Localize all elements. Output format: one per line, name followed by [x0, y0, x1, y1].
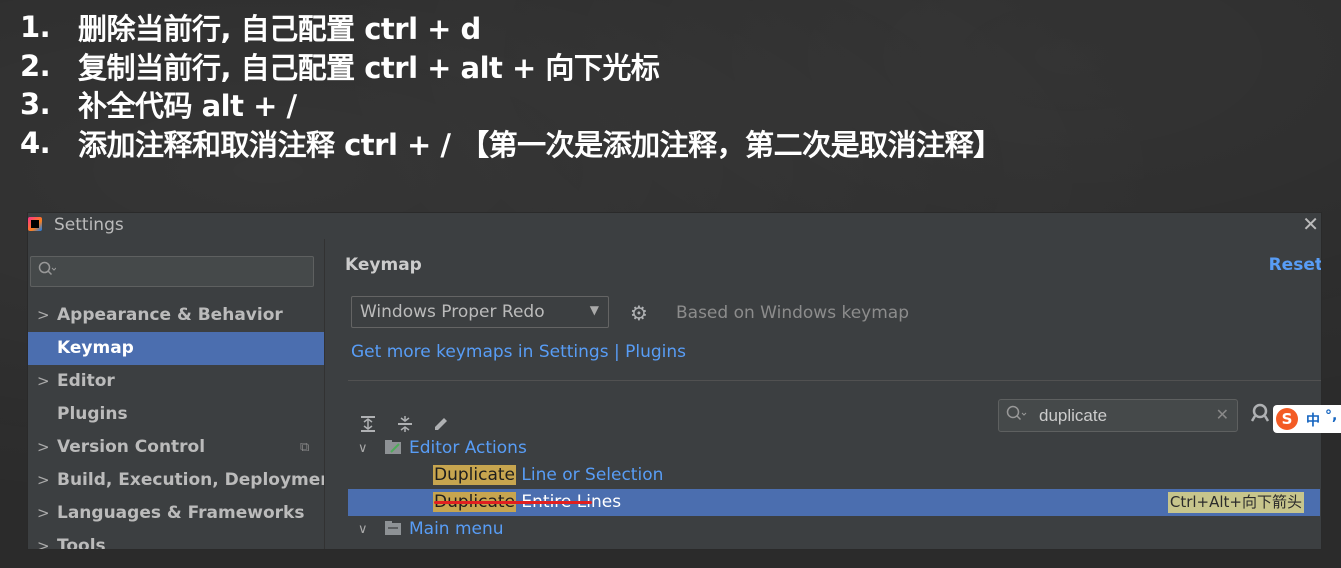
keymap-select-value: Windows Proper Redo [360, 302, 545, 322]
dropdown-arrow-icon: ▼ [589, 303, 599, 317]
sidebar-item-version-control[interactable]: > Version Control ⧉ [28, 431, 324, 464]
window-title: Settings [54, 215, 124, 235]
folder-icon [385, 440, 401, 454]
sidebar-item-tools[interactable]: > Tools [28, 530, 324, 550]
divider [348, 380, 1321, 381]
sidebar-item-label: Tools [57, 536, 106, 550]
sidebar-item-editor[interactable]: > Editor [28, 365, 324, 398]
intellij-app-icon [28, 217, 42, 231]
note-text: 复制当前行, 自己配置 ctrl + alt + 向下光标 [78, 50, 660, 85]
settings-nav: > Appearance & Behavior Keymap > Editor Pl… [28, 299, 341, 550]
sidebar-item-keymap[interactable]: Keymap [28, 332, 324, 365]
tree-item-label: Duplicate Line or Selection [433, 462, 663, 489]
tree-group-label: Editor Actions [409, 438, 527, 458]
tree-group-label: Main menu [409, 519, 504, 539]
sidebar-item-label: Version Control [57, 437, 206, 457]
chevron-right-icon: > [37, 438, 50, 456]
chevron-right-icon: > [37, 306, 50, 324]
tree-item-text: Line or Selection [516, 465, 664, 485]
tree-group-main-menu[interactable]: ∨ Main menu [348, 516, 1320, 543]
keymap-panel: Keymap Reset Windows Proper Redo ▼ ⚙ Bas… [324, 239, 1321, 549]
clear-icon[interactable]: ✕ [1216, 405, 1229, 424]
chevron-right-icon: > [37, 372, 50, 390]
page-title: Keymap [345, 255, 422, 275]
keymap-filter-field[interactable]: ✕ [998, 399, 1238, 432]
reset-link[interactable]: Reset [1269, 255, 1321, 275]
sidebar-item-plugins[interactable]: Plugins [28, 398, 324, 431]
chevron-right-icon: > [37, 471, 50, 489]
note-4: 4. 添加注释和取消注释 ctrl + / 【第一次是添加注释，第二次是取消注释】 [20, 124, 1002, 163]
red-annotation-underline [434, 501, 592, 504]
keymap-select[interactable]: Windows Proper Redo ▼ [351, 296, 609, 328]
sidebar-item-label: Build, Execution, Deployment [57, 470, 341, 490]
tree-item-duplicate-line-or-selection[interactable]: Duplicate Line or Selection [348, 462, 1320, 489]
note-number: 2. [20, 48, 51, 83]
tree-group-editor-actions[interactable]: ∨ Editor Actions [348, 435, 1320, 462]
sidebar-item-label: Plugins [57, 404, 128, 424]
shortcut-badge: Ctrl+Alt+向下箭头 [1167, 492, 1304, 513]
sidebar-item-appearance-behavior[interactable]: > Appearance & Behavior [28, 299, 324, 332]
note-2: 2. 复制当前行, 自己配置 ctrl + alt + 向下光标 [20, 47, 1002, 86]
note-text: 补全代码 alt + / [78, 89, 297, 124]
search-icon [1006, 405, 1028, 427]
based-on-label: Based on Windows keymap [676, 303, 909, 323]
sidebar-item-languages-frameworks[interactable]: > Languages & Frameworks [28, 497, 324, 530]
instruction-notes: 1. 删除当前行, 自己配置 ctrl + d 2. 复制当前行, 自己配置 ctr… [20, 8, 1002, 162]
chevron-right-icon: > [37, 537, 50, 550]
note-number: 3. [20, 87, 51, 122]
gear-icon[interactable]: ⚙ [630, 301, 648, 325]
find-shortcut-icon[interactable] [1250, 403, 1271, 428]
sidebar-item-label: Editor [57, 371, 115, 391]
close-icon[interactable]: ✕ [1302, 213, 1319, 236]
sogou-logo-icon: S [1276, 408, 1298, 430]
keymap-filter-input[interactable] [1039, 405, 1209, 427]
sidebar-item-build-execution-deployment[interactable]: > Build, Execution, Deployment [28, 464, 341, 497]
settings-search-input[interactable] [61, 261, 301, 281]
title-bar: Settings ✕ [28, 213, 1321, 239]
sidebar-item-label: Languages & Frameworks [57, 503, 305, 523]
note-text: 添加注释和取消注释 ctrl + / 【第一次是添加注释，第二次是取消注释】 [78, 127, 1002, 162]
ime-toolbar[interactable]: S 中 °, [1273, 405, 1341, 433]
project-settings-icon: ⧉ [300, 440, 310, 455]
sidebar-item-label: Appearance & Behavior [57, 305, 283, 325]
chevron-right-icon: > [37, 504, 50, 522]
keymap-actions-tree: ∨ Editor Actions Duplicate Line or Selec… [348, 435, 1320, 549]
sidebar-item-label: Keymap [57, 338, 134, 358]
chevron-down-icon: ∨ [358, 441, 368, 456]
chevron-down-icon: ∨ [358, 522, 368, 537]
note-1: 1. 删除当前行, 自己配置 ctrl + d [20, 8, 1002, 47]
search-icon [38, 261, 57, 281]
ime-punctuation-indicator[interactable]: °, [1325, 408, 1337, 424]
note-3: 3. 补全代码 alt + / [20, 85, 1002, 124]
search-match-highlight: Duplicate [433, 465, 516, 485]
settings-dialog: Settings ✕ > Appearance & Behavior Keymap… [27, 212, 1322, 550]
get-more-keymaps-link[interactable]: Get more keymaps in Settings | Plugins [351, 342, 686, 362]
folder-icon [385, 521, 401, 535]
ime-language-indicator[interactable]: 中 [1306, 410, 1320, 430]
note-text: 删除当前行, 自己配置 ctrl + d [78, 12, 481, 47]
note-number: 4. [20, 125, 51, 160]
settings-sidebar: > Appearance & Behavior Keymap > Editor Pl… [28, 243, 341, 550]
settings-search-field[interactable] [30, 256, 314, 287]
note-number: 1. [20, 10, 51, 45]
